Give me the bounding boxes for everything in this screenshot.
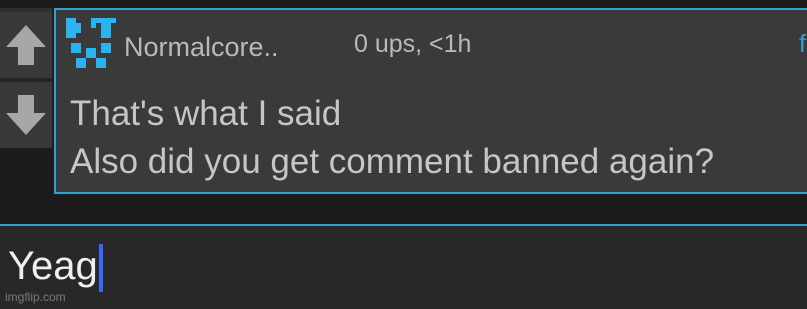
upvote-button[interactable]	[0, 12, 52, 78]
reply-input[interactable]: Yeag	[0, 224, 807, 309]
user-avatar[interactable]	[66, 18, 116, 68]
reply-input-text[interactable]: Yeag	[8, 244, 103, 292]
watermark: imgflip.com	[5, 290, 66, 304]
arrow-up-icon	[6, 25, 46, 65]
comment-line-1: That's what I said	[70, 94, 342, 133]
arrow-down-icon	[6, 95, 46, 135]
comment-body: That's what I said Also did you get comm…	[70, 90, 714, 186]
reply-input-value: Yeag	[8, 244, 98, 288]
comment-username[interactable]: Normalcore..	[124, 32, 279, 63]
top-strip	[0, 0, 807, 8]
comment-meta: 0 ups, <1h	[354, 30, 472, 58]
gap-band	[0, 194, 807, 224]
comment-line-2: Also did you get comment banned again?	[70, 142, 715, 181]
comment-card: Normalcore.. 0 ups, <1h f That's what I …	[54, 8, 807, 194]
downvote-button[interactable]	[0, 82, 52, 148]
flag-link[interactable]: f	[799, 30, 806, 59]
vote-column	[0, 8, 52, 148]
text-caret	[98, 244, 103, 292]
